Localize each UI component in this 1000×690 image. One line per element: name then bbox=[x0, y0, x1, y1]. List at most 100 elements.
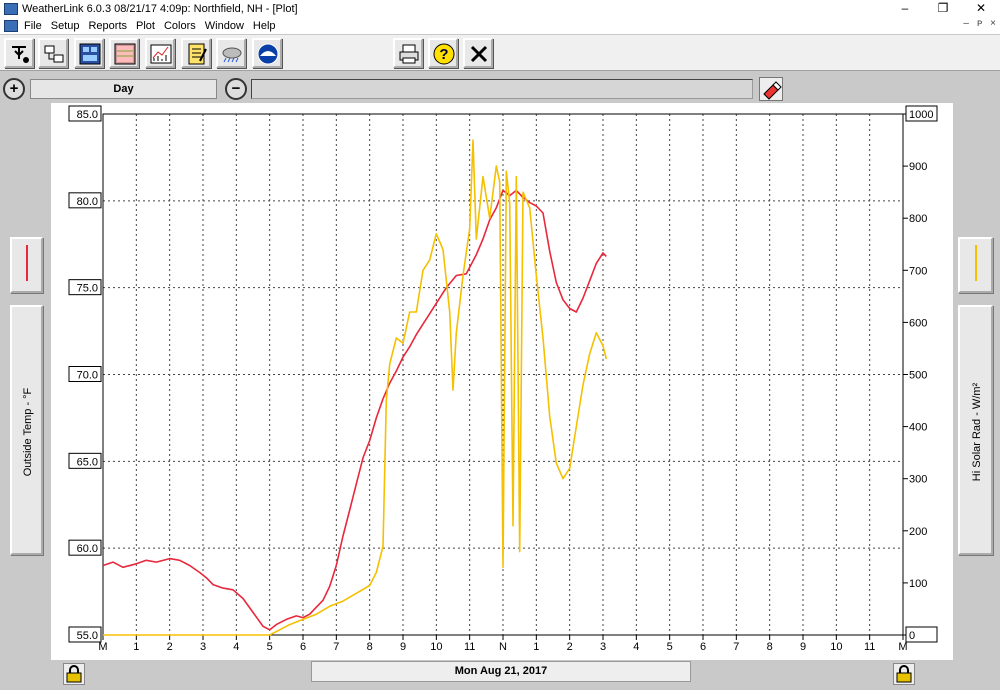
toolbar: ? bbox=[0, 35, 1000, 71]
app-icon bbox=[4, 3, 18, 15]
window-title: WeatherLink 6.0.3 08/21/17 4:09p: Northf… bbox=[22, 3, 298, 15]
noaa-button[interactable] bbox=[252, 38, 282, 68]
menu-help[interactable]: Help bbox=[253, 20, 276, 32]
temp-series-line bbox=[102, 189, 607, 631]
plot-button[interactable] bbox=[145, 38, 175, 68]
restore-button[interactable]: ❐ bbox=[924, 0, 962, 18]
child-minimize-button[interactable]: – bbox=[963, 18, 969, 29]
eraser-icon bbox=[763, 81, 782, 100]
close-window-button[interactable]: ✕ bbox=[962, 0, 1000, 18]
x-tick-label: 8 bbox=[367, 641, 373, 653]
x-tick-label: 8 bbox=[767, 641, 773, 653]
y-left-tick-label: 55.0 bbox=[77, 630, 98, 642]
menu-setup[interactable]: Setup bbox=[51, 20, 80, 32]
notes-icon bbox=[188, 43, 207, 65]
x-tick-label: 5 bbox=[667, 641, 673, 653]
x-tick-label: 10 bbox=[830, 641, 842, 653]
x-tick-label: 9 bbox=[400, 641, 406, 653]
range-bar: + Day − bbox=[0, 77, 1000, 102]
help-button[interactable]: ? bbox=[428, 38, 458, 68]
help-icon: ? bbox=[433, 43, 455, 65]
lock-icon bbox=[896, 665, 912, 683]
x-tick-label: 11 bbox=[864, 641, 875, 653]
x-tick-label: 10 bbox=[430, 641, 442, 653]
x-tick-label: 1 bbox=[133, 641, 139, 653]
menu-bar: File Setup Reports Plot Colors Window He… bbox=[0, 18, 1000, 34]
date-label: Mon Aug 21, 2017 bbox=[311, 661, 691, 682]
x-tick-label: 7 bbox=[333, 641, 339, 653]
solar-series-swatch[interactable] bbox=[958, 237, 993, 293]
y-left-tick-label: 70.0 bbox=[77, 370, 98, 382]
menu-colors[interactable]: Colors bbox=[164, 20, 196, 32]
x-tick-label: 4 bbox=[233, 641, 239, 653]
menu-plot[interactable]: Plot bbox=[136, 20, 155, 32]
x-tick-label: 6 bbox=[300, 641, 306, 653]
window-controls: – ❐ ✕ bbox=[886, 0, 1000, 18]
x-tick-label: 9 bbox=[800, 641, 806, 653]
network-button[interactable] bbox=[38, 38, 68, 68]
left-axis-panel[interactable]: Outside Temp - °F bbox=[10, 305, 43, 555]
notes-button[interactable] bbox=[181, 38, 211, 68]
browse-button[interactable] bbox=[109, 38, 139, 68]
period-field[interactable]: Day bbox=[30, 79, 217, 99]
close-plot-button[interactable] bbox=[463, 38, 493, 68]
y-left-tick-label: 80.0 bbox=[77, 196, 98, 208]
noaa-icon bbox=[257, 43, 279, 65]
y-right-tick-label: 400 bbox=[909, 422, 927, 434]
y-left-tick-label: 65.0 bbox=[77, 456, 98, 468]
plot-panel: M 1 2 3 4 5 6 7 8 9 10 11 N 1 2 3 4 5 6 7 8 9 10 11 M 55.0 60.0 65.… bbox=[51, 103, 953, 660]
title-bar: WeatherLink 6.0.3 08/21/17 4:09p: Northf… bbox=[0, 0, 1000, 18]
minimize-button[interactable]: – bbox=[886, 0, 924, 18]
close-icon bbox=[470, 45, 488, 63]
menu-reports[interactable]: Reports bbox=[88, 20, 127, 32]
x-tick-label: M bbox=[98, 641, 107, 653]
temp-legend-line bbox=[26, 245, 28, 281]
y-right-tick-label: 500 bbox=[909, 370, 927, 382]
station-pointer-button[interactable] bbox=[4, 38, 34, 68]
zoom-in-button[interactable]: + bbox=[3, 78, 25, 100]
right-axis-label: Hi Solar Rad - W/m² bbox=[971, 382, 983, 482]
x-tick-label: 2 bbox=[567, 641, 573, 653]
eraser-button[interactable] bbox=[759, 77, 783, 101]
weather-cloud-icon bbox=[222, 47, 242, 63]
weather-button[interactable] bbox=[216, 38, 246, 68]
print-icon bbox=[399, 44, 419, 64]
temp-series-swatch[interactable] bbox=[10, 237, 43, 293]
child-close-button[interactable]: × bbox=[990, 18, 996, 29]
y-right-tick-label: 800 bbox=[909, 213, 927, 225]
x-tick-label: 6 bbox=[700, 641, 706, 653]
left-axis-label: Outside Temp - °F bbox=[22, 387, 34, 477]
x-tick-label: M bbox=[898, 641, 907, 653]
right-lock-button[interactable] bbox=[893, 663, 915, 685]
plot-icon bbox=[150, 44, 172, 64]
menu-file[interactable]: File bbox=[24, 20, 42, 32]
bulletin-button[interactable] bbox=[74, 38, 104, 68]
child-window-controls: – ᴘ × bbox=[963, 18, 996, 29]
child-restore-button[interactable]: ᴘ bbox=[977, 18, 982, 29]
station-pointer-icon bbox=[12, 46, 29, 63]
x-tick-label: 3 bbox=[200, 641, 206, 653]
y-right-tick-label: 600 bbox=[909, 317, 927, 329]
y-left-tick-label: 85.0 bbox=[77, 109, 98, 121]
y-right-tick-label: 300 bbox=[909, 474, 927, 486]
x-tick-label: 3 bbox=[600, 641, 606, 653]
range-field[interactable] bbox=[251, 79, 753, 99]
y-right-tick-label: 1000 bbox=[909, 109, 933, 121]
bulletin-icon bbox=[79, 43, 101, 65]
y-right-tick-label: 200 bbox=[909, 526, 927, 538]
y-right-tick-label: 700 bbox=[909, 265, 927, 277]
y-right-tick-label: 100 bbox=[909, 578, 927, 590]
print-button[interactable] bbox=[393, 38, 423, 68]
chart: M 1 2 3 4 5 6 7 8 9 10 11 N 1 2 3 4 5 6 7 8 9 10 11 M55.060.065.… bbox=[68, 105, 938, 653]
y-left-tick-label: 60.0 bbox=[77, 543, 98, 555]
lock-icon bbox=[66, 665, 82, 683]
x-tick-label: N bbox=[499, 641, 507, 653]
x-tick-label: 4 bbox=[633, 641, 639, 653]
solar-legend-line bbox=[975, 245, 977, 281]
browse-table-icon bbox=[114, 43, 136, 65]
menu-window[interactable]: Window bbox=[205, 20, 244, 32]
zoom-out-button[interactable]: − bbox=[225, 78, 247, 100]
document-icon[interactable] bbox=[4, 20, 18, 32]
left-lock-button[interactable] bbox=[63, 663, 85, 685]
right-axis-panel[interactable]: Hi Solar Rad - W/m² bbox=[958, 305, 993, 555]
